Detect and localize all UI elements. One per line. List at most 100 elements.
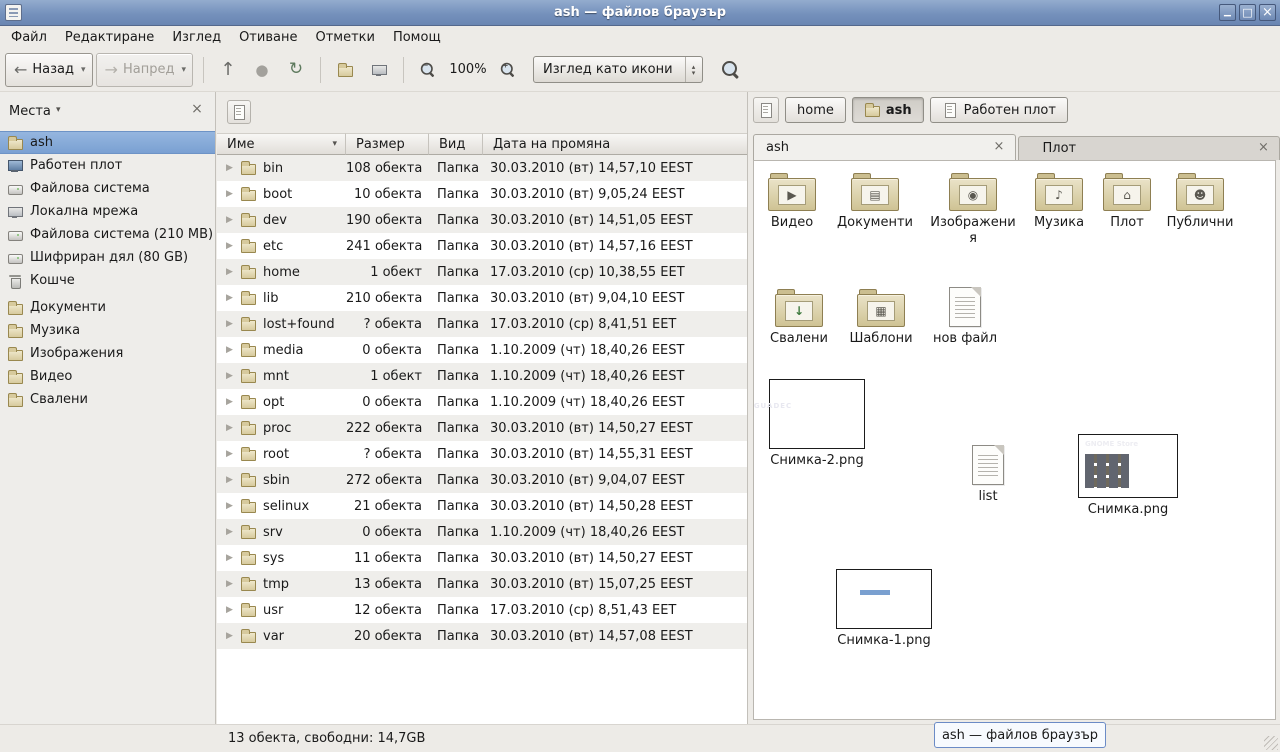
column-header-name[interactable]: Име xyxy=(217,133,346,155)
column-header-type[interactable]: Вид xyxy=(429,133,483,155)
expander-icon[interactable] xyxy=(226,501,240,511)
expander-icon[interactable] xyxy=(226,397,240,407)
file-row-proc[interactable]: proc222 обектаПапка30.03.2010 (вт) 14,50… xyxy=(217,415,747,441)
icon-folder-downloads[interactable]: Свалени xyxy=(756,289,842,347)
expander-icon[interactable] xyxy=(226,527,240,537)
expander-icon[interactable] xyxy=(226,163,240,173)
expander-icon[interactable] xyxy=(226,189,240,199)
search-button[interactable] xyxy=(715,54,747,86)
back-history-caret-icon[interactable] xyxy=(81,65,86,75)
expander-icon[interactable] xyxy=(226,475,240,485)
column-header-date[interactable]: Дата на промяна xyxy=(483,133,747,155)
file-row-sbin[interactable]: sbin272 обектаПапка30.03.2010 (вт) 9,04,… xyxy=(217,467,747,493)
file-row-opt[interactable]: opt0 обектаПапка1.10.2009 (чт) 18,40,26 … xyxy=(217,389,747,415)
menu-edit[interactable]: Редактиране xyxy=(56,28,163,47)
expander-icon[interactable] xyxy=(226,319,240,329)
expander-icon[interactable] xyxy=(226,371,240,381)
path-button-home[interactable]: home xyxy=(785,97,846,123)
menu-help[interactable]: Помощ xyxy=(384,28,450,47)
path-button-desktop[interactable]: Работен плот xyxy=(930,97,1068,123)
file-row-dev[interactable]: dev190 обектаПапка30.03.2010 (вт) 14,51,… xyxy=(217,207,747,233)
path-button-ash[interactable]: ash xyxy=(852,97,924,123)
sidebar-item-music[interactable]: Музика xyxy=(0,319,215,342)
column-header-size[interactable]: Размер xyxy=(346,133,429,155)
file-row-sys[interactable]: sys11 обектаПапка30.03.2010 (вт) 14,50,2… xyxy=(217,545,747,571)
icon-file-list[interactable]: list xyxy=(945,445,1031,505)
back-button[interactable]: Назад xyxy=(5,53,93,87)
file-row-bin[interactable]: bin108 обектаПапка30.03.2010 (вт) 14,57,… xyxy=(217,155,747,181)
sidebar-item-filesystem[interactable]: Файлова система xyxy=(0,177,215,200)
expander-icon[interactable] xyxy=(226,267,240,277)
file-row-etc[interactable]: etc241 обектаПапка30.03.2010 (вт) 14,57,… xyxy=(217,233,747,259)
zoom-in-button[interactable]: + xyxy=(492,54,524,86)
sidebar-caret-icon[interactable] xyxy=(56,105,61,115)
view-mode-select[interactable]: Изглед като икони xyxy=(533,56,703,83)
sidebar-item-filesystem-210mb[interactable]: Файлова система (210 MB) xyxy=(0,223,215,246)
forward-button[interactable]: Напред xyxy=(96,53,193,87)
zoom-out-button[interactable]: − xyxy=(412,54,444,86)
expander-icon[interactable] xyxy=(226,345,240,355)
icon-folder-templates[interactable]: Шаблони xyxy=(838,289,924,347)
sidebar-item-encrypted-80gb[interactable]: Шифриран дял (80 GB) xyxy=(0,246,215,269)
home-button[interactable] xyxy=(329,54,361,86)
file-row-usr[interactable]: usr12 обектаПапка17.03.2010 (ср) 8,51,43… xyxy=(217,597,747,623)
sidebar-item-ash[interactable]: ash xyxy=(0,131,215,154)
icon-folder-documents[interactable]: Документи xyxy=(832,173,918,231)
file-row-selinux[interactable]: selinux21 обектаПапка30.03.2010 (вт) 14,… xyxy=(217,493,747,519)
icon-view-content[interactable]: Видео Документи Изображения Музика Плот … xyxy=(753,160,1276,720)
file-row-srv[interactable]: srv0 обектаПапка1.10.2009 (чт) 18,40,26 … xyxy=(217,519,747,545)
menu-view[interactable]: Изглед xyxy=(163,28,230,47)
file-row-lib[interactable]: lib210 обектаПапка30.03.2010 (вт) 9,04,1… xyxy=(217,285,747,311)
minimize-button[interactable] xyxy=(1219,4,1236,21)
tab-close-icon[interactable] xyxy=(992,140,1007,155)
expander-icon[interactable] xyxy=(226,293,240,303)
file-row-var[interactable]: var20 обектаПапка30.03.2010 (вт) 14,57,0… xyxy=(217,623,747,649)
sidebar-title[interactable]: Места xyxy=(9,104,51,119)
computer-button[interactable] xyxy=(363,54,395,86)
icon-image-snimka-2[interactable]: GUADEC Снимка-2.png xyxy=(762,379,872,469)
sidebar-item-video[interactable]: Видео xyxy=(0,365,215,388)
resize-grip[interactable] xyxy=(1264,736,1278,750)
icon-folder-public[interactable]: Публични xyxy=(1157,173,1243,231)
close-button[interactable] xyxy=(1259,4,1276,21)
expander-icon[interactable] xyxy=(226,605,240,615)
sidebar-close-icon[interactable] xyxy=(189,102,205,118)
file-row-root[interactable]: root? обектаПапка30.03.2010 (вт) 14,55,3… xyxy=(217,441,747,467)
forward-history-caret-icon[interactable] xyxy=(181,65,186,75)
stop-button[interactable] xyxy=(246,54,278,86)
icon-folder-video[interactable]: Видео xyxy=(753,173,835,231)
file-row-media[interactable]: media0 обектаПапка1.10.2009 (чт) 18,40,2… xyxy=(217,337,747,363)
sidebar-item-documents[interactable]: Документи xyxy=(0,296,215,319)
view-mode-spinner-icon[interactable] xyxy=(685,57,702,82)
file-row-boot[interactable]: boot10 обектаПапка30.03.2010 (вт) 9,05,2… xyxy=(217,181,747,207)
expander-icon[interactable] xyxy=(226,579,240,589)
location-toggle-button[interactable] xyxy=(227,100,251,124)
expander-icon[interactable] xyxy=(226,241,240,251)
menu-file[interactable]: Файл xyxy=(2,28,56,47)
sidebar-item-desktop[interactable]: Работен плот xyxy=(0,154,215,177)
expander-icon[interactable] xyxy=(226,631,240,641)
pathbar-toggle-button[interactable] xyxy=(753,97,779,123)
menu-go[interactable]: Отиване xyxy=(230,28,306,47)
sidebar-item-trash[interactable]: Кошче xyxy=(0,269,215,292)
titlebar[interactable]: ash — файлов браузър xyxy=(0,0,1280,26)
up-button[interactable] xyxy=(212,54,244,86)
sidebar-item-local-network[interactable]: Локална мрежа xyxy=(0,200,215,223)
file-row-lost+found[interactable]: lost+found? обектаПапка17.03.2010 (ср) 8… xyxy=(217,311,747,337)
menu-bookmarks[interactable]: Отметки xyxy=(306,28,383,47)
sidebar-item-downloads[interactable]: Свалени xyxy=(0,388,215,411)
sidebar-item-pictures[interactable]: Изображения xyxy=(0,342,215,365)
tab-close-icon[interactable] xyxy=(1256,141,1271,156)
file-row-tmp[interactable]: tmp13 обектаПапка30.03.2010 (вт) 15,07,2… xyxy=(217,571,747,597)
icon-file-new[interactable]: нов файл xyxy=(922,287,1008,347)
expander-icon[interactable] xyxy=(226,449,240,459)
tab-ash[interactable]: ash xyxy=(753,134,1016,160)
file-row-home[interactable]: home1 обектПапка17.03.2010 (ср) 10,38,55… xyxy=(217,259,747,285)
icon-folder-pictures[interactable]: Изображения xyxy=(930,173,1016,247)
expander-icon[interactable] xyxy=(226,423,240,433)
expander-icon[interactable] xyxy=(226,215,240,225)
maximize-button[interactable] xyxy=(1239,4,1256,21)
tab-plot[interactable]: Плот xyxy=(1018,136,1280,160)
reload-button[interactable] xyxy=(280,54,312,86)
file-row-mnt[interactable]: mnt1 обектПапка1.10.2009 (чт) 18,40,26 E… xyxy=(217,363,747,389)
